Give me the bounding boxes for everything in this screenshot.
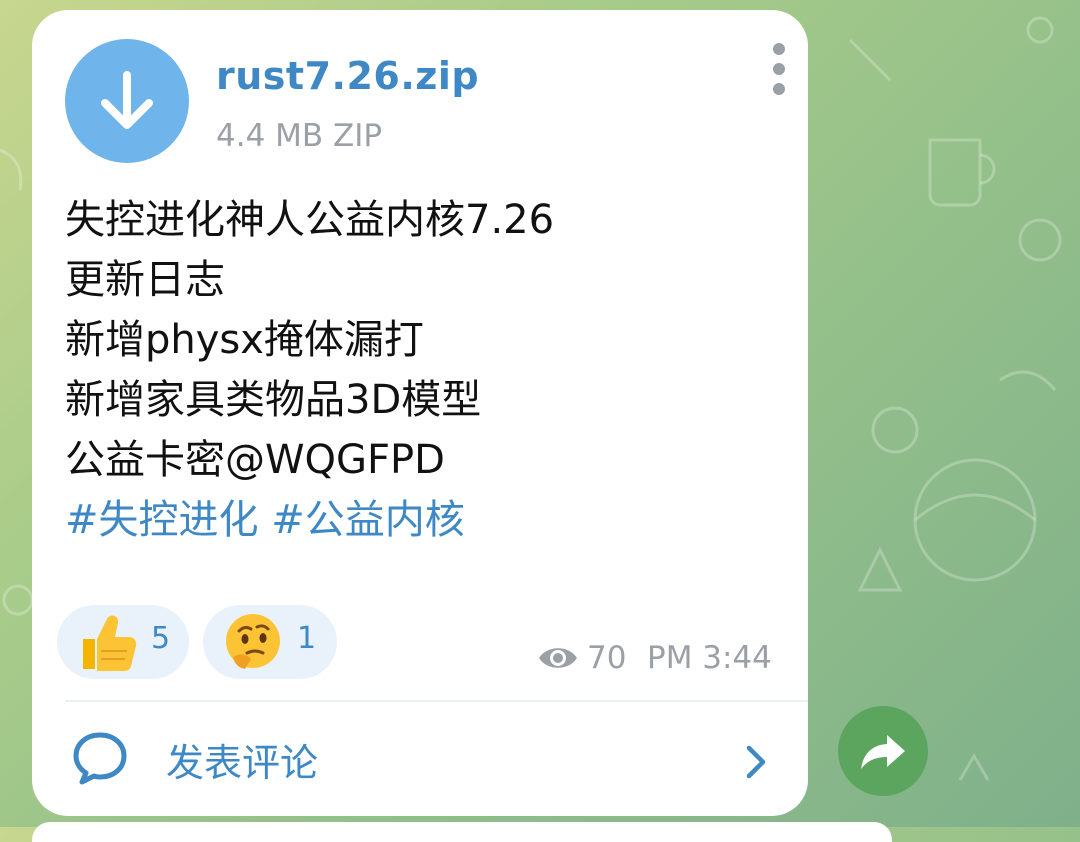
message-line-key: 公益卡密@WQGFPD: [65, 437, 445, 483]
hashtag-link[interactable]: #失控进化: [65, 497, 259, 543]
message-line-feature-1: 新增physx掩体漏打: [65, 317, 424, 363]
message-text: 失控进化神人公益内核7.26 更新日志 新增physx掩体漏打 新增家具类物品3…: [65, 190, 554, 550]
reaction-thumbs-up[interactable]: 5: [57, 605, 189, 679]
next-message-bubble: [32, 822, 892, 842]
share-button[interactable]: [838, 706, 928, 796]
reaction-thinking[interactable]: 1: [203, 605, 337, 679]
message-line-title: 失控进化神人公益内核7.26: [65, 197, 555, 243]
share-arrow-icon: [861, 735, 905, 769]
comments-label: 发表评论: [166, 741, 319, 785]
more-options-button[interactable]: [764, 42, 794, 96]
file-name[interactable]: rust7.26.zip: [216, 54, 479, 98]
message-line-feature-2: 新增家具类物品3D模型: [65, 377, 482, 423]
thumbs-up-icon: [83, 615, 137, 671]
file-size-type: 4.4 MB ZIP: [216, 118, 383, 154]
message-line-changelog: 更新日志: [65, 257, 225, 303]
reaction-count: 5: [151, 621, 171, 656]
message-bubble: rust7.26.zip 4.4 MB ZIP 失控进化神人公益内核7.26 更…: [32, 10, 808, 816]
thinking-face-icon: [226, 614, 280, 669]
reaction-count: 1: [297, 621, 317, 656]
comment-bubble-icon: [73, 732, 127, 785]
hashtag-link[interactable]: #公益内核: [271, 497, 465, 543]
download-button[interactable]: [65, 39, 189, 163]
chevron-right-icon: [746, 745, 766, 779]
vertical-dots-icon: [773, 43, 785, 95]
download-arrow-icon: [101, 71, 153, 129]
eye-icon: [539, 648, 577, 668]
hashtag-row: #失控进化 #公益内核: [65, 490, 554, 550]
message-time: PM 3:44: [647, 640, 772, 676]
view-count: 70: [587, 640, 627, 676]
comments-button[interactable]: 发表评论: [32, 702, 808, 816]
